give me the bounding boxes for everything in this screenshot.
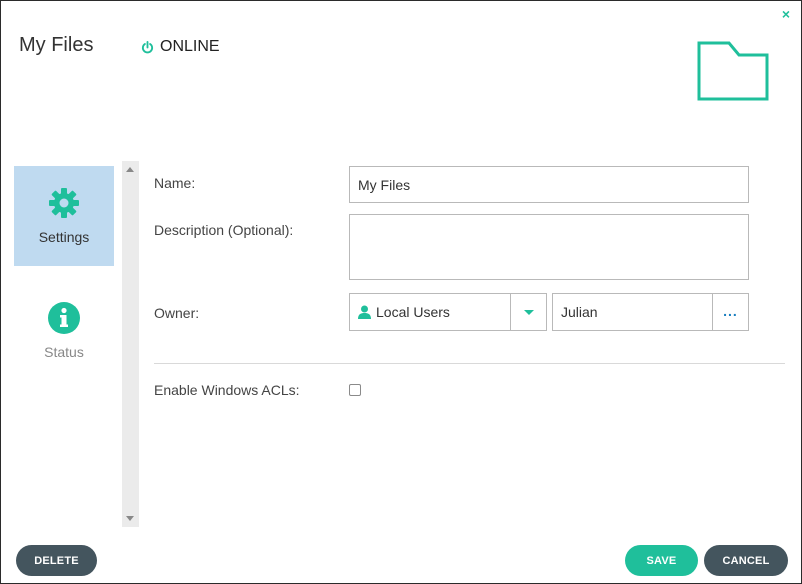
- acl-checkbox[interactable]: [349, 384, 361, 396]
- scroll-down-icon[interactable]: [126, 516, 134, 521]
- folder-icon: [697, 41, 769, 101]
- name-label: Name:: [154, 175, 196, 191]
- owner-type-value: Local Users: [376, 304, 450, 320]
- description-input[interactable]: [349, 214, 749, 280]
- power-icon: [141, 40, 154, 53]
- owner-name-value: Julian: [561, 304, 598, 320]
- status-indicator: ONLINE: [141, 38, 220, 56]
- user-icon: [358, 305, 371, 319]
- description-label: Description (Optional):: [154, 222, 294, 238]
- browse-owner-button[interactable]: ...: [713, 294, 748, 330]
- gear-icon: [49, 188, 79, 218]
- cancel-button[interactable]: CANCEL: [704, 545, 788, 576]
- nav-item-settings[interactable]: Settings: [14, 166, 114, 266]
- side-nav: Settings Status: [14, 166, 114, 376]
- save-button[interactable]: SAVE: [625, 545, 698, 576]
- owner-label: Owner:: [154, 305, 200, 321]
- dropdown-toggle[interactable]: [511, 294, 546, 330]
- status-text: ONLINE: [160, 38, 220, 55]
- dialog: × My Files ONLINE Settings Status Name: …: [0, 0, 802, 584]
- close-icon[interactable]: ×: [780, 7, 792, 21]
- acl-label: Enable Windows ACLs:: [154, 382, 300, 398]
- owner-name-field[interactable]: Julian ...: [552, 293, 749, 331]
- scroll-up-icon[interactable]: [126, 167, 134, 172]
- divider: [154, 363, 785, 364]
- delete-button[interactable]: DELETE: [16, 545, 97, 576]
- info-icon: [48, 302, 80, 334]
- nav-item-label: Settings: [38, 229, 90, 245]
- owner-type-select[interactable]: Local Users: [349, 293, 547, 331]
- page-title: My Files: [19, 34, 94, 56]
- nav-item-label: Status: [44, 344, 84, 360]
- scrollbar[interactable]: [122, 161, 139, 527]
- nav-item-status[interactable]: Status: [14, 286, 114, 376]
- chevron-down-icon: [523, 309, 534, 315]
- name-input[interactable]: My Files: [349, 166, 749, 203]
